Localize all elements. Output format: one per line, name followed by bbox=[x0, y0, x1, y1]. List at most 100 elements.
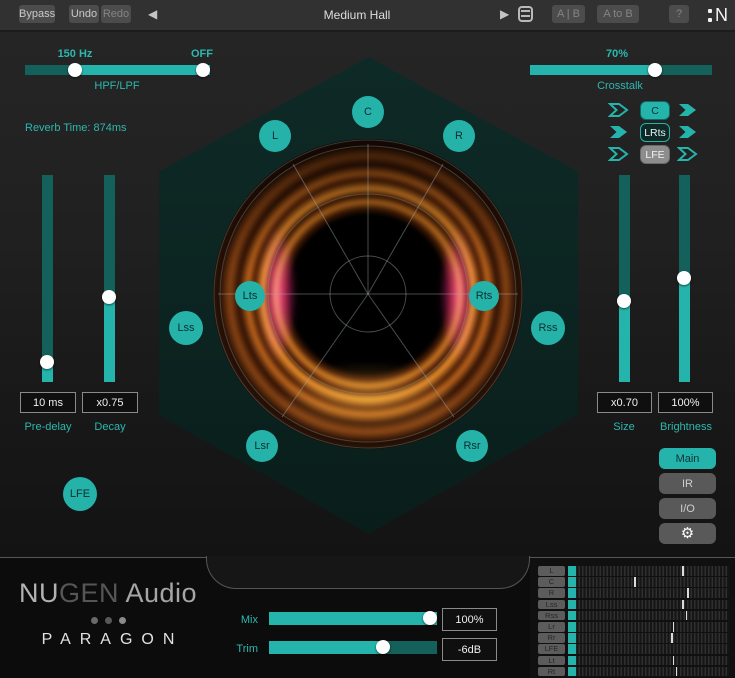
paragon-plugin-window: Bypass Undo Redo ◀ Medium Hall ▶ A | B A… bbox=[0, 0, 735, 678]
tab-io[interactable]: I/O bbox=[659, 498, 716, 519]
route-out-chevron-lrts[interactable] bbox=[677, 124, 698, 140]
route-in-chevron-c[interactable] bbox=[608, 102, 629, 118]
help-button[interactable]: ? bbox=[669, 5, 689, 23]
meter-bar bbox=[568, 588, 729, 598]
channel-node-lss[interactable]: Lss bbox=[169, 311, 203, 345]
mix-handle[interactable] bbox=[423, 611, 437, 625]
crosstalk-handle[interactable] bbox=[648, 63, 662, 77]
channel-node-rts[interactable]: Rts bbox=[469, 281, 499, 311]
meter-channel-label: R bbox=[538, 588, 565, 598]
meter-row: Rr bbox=[538, 633, 729, 643]
channel-node-lts[interactable]: Lts bbox=[235, 281, 265, 311]
pre-delay-slider[interactable] bbox=[42, 175, 53, 382]
nugen-logo: N bbox=[708, 4, 728, 26]
reverb-time-readout: Reverb Time: 874ms bbox=[25, 122, 126, 134]
hpf-lpf-slider[interactable] bbox=[25, 65, 210, 75]
size-value[interactable]: x0.70 bbox=[597, 392, 652, 413]
route-out-chevron-c[interactable] bbox=[677, 102, 698, 118]
route-button-c[interactable]: C bbox=[640, 101, 670, 120]
bypass-button[interactable]: Bypass bbox=[19, 5, 55, 23]
mix-label: Mix bbox=[210, 614, 258, 626]
route-in-chevron-lrts[interactable] bbox=[608, 124, 629, 140]
gear-icon: ⚙ bbox=[681, 526, 694, 541]
channel-node-rsr[interactable]: Rsr bbox=[456, 430, 488, 462]
preset-next-icon[interactable]: ▶ bbox=[500, 7, 509, 21]
nugen-logo-dots-icon bbox=[708, 9, 712, 22]
mix-value[interactable]: 100% bbox=[442, 608, 497, 631]
meter-channel-label: Rr bbox=[538, 633, 565, 643]
ab-toggle-button[interactable]: A | B bbox=[552, 5, 585, 23]
meter-peak-tick bbox=[682, 566, 684, 576]
meter-peak-tick bbox=[673, 622, 675, 632]
decay-value[interactable]: x0.75 bbox=[82, 392, 138, 413]
lpf-handle[interactable] bbox=[196, 63, 210, 77]
a-to-b-button[interactable]: A to B bbox=[597, 5, 639, 23]
channel-node-l[interactable]: L bbox=[259, 120, 291, 152]
tab-main[interactable]: Main bbox=[659, 448, 716, 469]
route-button-lrts[interactable]: LRts bbox=[640, 123, 670, 142]
meter-level bbox=[568, 622, 576, 632]
channel-node-c[interactable]: C bbox=[352, 96, 384, 128]
preset-previous-icon[interactable]: ◀ bbox=[148, 7, 157, 21]
crosstalk-slider[interactable] bbox=[530, 65, 712, 75]
meter-level bbox=[568, 588, 576, 598]
pre-delay-value[interactable]: 10 ms bbox=[20, 392, 76, 413]
route-button-lfe[interactable]: LFE bbox=[640, 145, 670, 164]
top-toolbar: Bypass Undo Redo ◀ Medium Hall ▶ A | B A… bbox=[0, 0, 735, 32]
size-handle[interactable] bbox=[617, 294, 631, 308]
crosstalk-label: Crosstalk bbox=[588, 80, 652, 92]
channel-node-rss[interactable]: Rss bbox=[531, 311, 565, 345]
meter-bar bbox=[568, 656, 729, 666]
meter-row: Lt bbox=[538, 656, 729, 666]
redo-button[interactable]: Redo bbox=[101, 5, 131, 23]
trim-slider[interactable] bbox=[269, 641, 437, 654]
trim-handle[interactable] bbox=[376, 640, 390, 654]
meter-bar bbox=[568, 600, 729, 610]
channel-node-r[interactable]: R bbox=[443, 120, 475, 152]
pre-delay-handle[interactable] bbox=[40, 355, 54, 369]
meter-channel-label: Rt bbox=[538, 667, 565, 677]
brand-block: NUGEN Audio PARAGON bbox=[18, 578, 198, 649]
preset-list-icon[interactable] bbox=[518, 6, 533, 22]
meter-level bbox=[568, 633, 576, 643]
settings-button[interactable]: ⚙ bbox=[659, 523, 716, 544]
brightness-value[interactable]: 100% bbox=[658, 392, 713, 413]
meter-bar bbox=[568, 622, 729, 632]
mix-slider[interactable] bbox=[269, 612, 437, 625]
size-slider[interactable] bbox=[619, 175, 630, 382]
meter-bar bbox=[568, 644, 729, 654]
meter-peak-tick bbox=[634, 577, 636, 587]
meter-peak-tick bbox=[673, 656, 675, 666]
pre-delay-label: Pre-delay bbox=[18, 421, 78, 433]
meter-peak-tick bbox=[686, 611, 688, 621]
meter-bar bbox=[568, 667, 729, 677]
brand-name: NUGEN Audio bbox=[18, 578, 198, 609]
undo-button[interactable]: Undo bbox=[69, 5, 99, 23]
meter-row: L bbox=[538, 566, 729, 576]
meter-channel-label: L bbox=[538, 566, 565, 576]
brightness-handle[interactable] bbox=[677, 271, 691, 285]
hpf-lpf-label: HPF/LPF bbox=[87, 80, 147, 92]
meter-row: C bbox=[538, 577, 729, 587]
meter-peak-tick bbox=[671, 633, 673, 643]
meter-level bbox=[568, 577, 576, 587]
hpf-value: 150 Hz bbox=[47, 48, 103, 60]
trim-value[interactable]: -6dB bbox=[442, 638, 497, 661]
route-out-chevron-lfe[interactable] bbox=[677, 146, 698, 162]
meter-bar bbox=[568, 633, 729, 643]
meter-channel-label: Rss bbox=[538, 611, 565, 621]
brand-dots-icon bbox=[18, 617, 198, 624]
decay-label: Decay bbox=[80, 421, 140, 433]
decay-slider[interactable] bbox=[104, 175, 115, 382]
channel-node-lfe[interactable]: LFE bbox=[63, 477, 97, 511]
meter-bar bbox=[568, 577, 729, 587]
channel-node-lsr[interactable]: Lsr bbox=[246, 430, 278, 462]
preset-name[interactable]: Medium Hall bbox=[277, 8, 437, 22]
meter-level bbox=[568, 611, 576, 621]
decay-handle[interactable] bbox=[102, 290, 116, 304]
tab-ir[interactable]: IR bbox=[659, 473, 716, 494]
route-in-chevron-lfe[interactable] bbox=[608, 146, 629, 162]
hpf-handle[interactable] bbox=[68, 63, 82, 77]
meter-channel-label: C bbox=[538, 577, 565, 587]
meter-level bbox=[568, 600, 576, 610]
